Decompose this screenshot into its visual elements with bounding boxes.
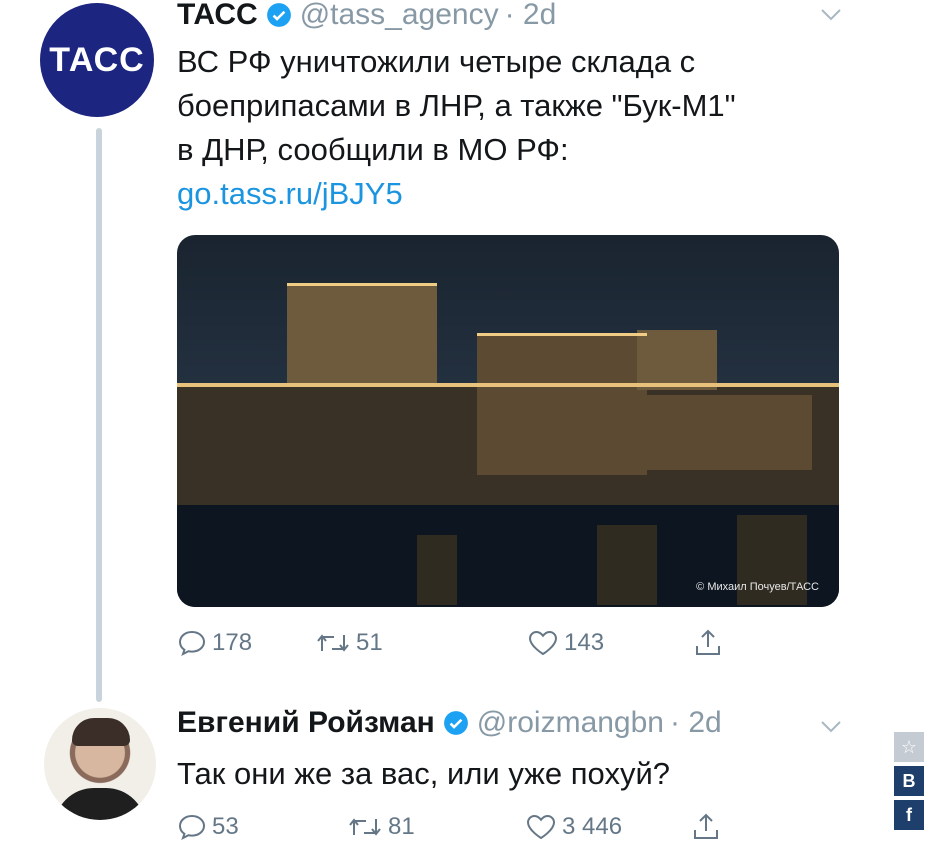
reply-button[interactable]: 178	[178, 629, 316, 657]
tweet1-text: ВС РФ уничтожили четыре склада с боеприп…	[177, 40, 736, 216]
tweet2-text: Так они же за вас, или уже похуй?	[177, 756, 671, 791]
tweet2-author-name[interactable]: Евгений Ройзман	[177, 706, 435, 740]
reply-button[interactable]: 53	[178, 813, 348, 841]
heart-icon	[526, 814, 556, 840]
vk-share-button[interactable]: В	[894, 766, 924, 796]
tweet1-line: боеприпасами в ЛНР, а также "Бук-М1"	[177, 88, 736, 123]
retweet-count: 51	[356, 629, 383, 656]
verified-icon	[443, 711, 468, 735]
tweet1-link[interactable]: go.tass.ru/jBJY5	[177, 172, 736, 216]
reply-icon	[178, 814, 206, 840]
retweet-icon	[317, 634, 349, 652]
retweet-icon	[349, 818, 381, 836]
tweet1-header: ТАСС @tass_agency · 2d	[177, 0, 556, 32]
thread-line	[96, 128, 102, 702]
chevron-down-icon[interactable]	[820, 714, 842, 740]
share-button[interactable]	[691, 812, 727, 842]
building-photo	[177, 283, 839, 607]
heart-icon	[528, 630, 558, 656]
tweet2-actions: 53 81 3 446	[178, 812, 727, 842]
verified-icon	[266, 3, 291, 27]
reply-count: 53	[212, 813, 239, 840]
tweet2-header: Евгений Ройзман @roizmangbn · 2d	[177, 706, 722, 740]
tass-avatar-logo: ТАСС	[49, 40, 145, 79]
tweet1-author-name[interactable]: ТАСС	[177, 0, 258, 32]
like-count: 143	[564, 629, 605, 656]
tweet1-time[interactable]: · 2d	[505, 0, 557, 32]
retweet-button[interactable]: 51	[316, 629, 528, 657]
favorite-star-button[interactable]: ☆	[894, 732, 924, 762]
tweet2-time[interactable]: · 2d	[670, 706, 722, 740]
roizman-avatar[interactable]	[44, 708, 156, 820]
photo-credit: © Михаил Почуев/ТАСС	[696, 581, 819, 593]
side-share-buttons: ☆ В f	[894, 732, 924, 834]
share-icon	[696, 629, 720, 655]
share-icon	[694, 813, 718, 839]
tweet1-line: ВС РФ уничтожили четыре склада с	[177, 44, 696, 79]
tweet1-actions: 178 51 143	[178, 628, 729, 658]
retweet-button[interactable]: 81	[348, 813, 526, 841]
tweet1-photo[interactable]: © Михаил Почуев/ТАСС	[177, 235, 839, 607]
like-button[interactable]: 143	[528, 629, 693, 657]
retweet-count: 81	[388, 813, 415, 840]
avatar-hair	[72, 718, 130, 746]
tweet1-line: в ДНР, сообщили в МО РФ:	[177, 132, 569, 167]
tass-avatar[interactable]: ТАСС	[40, 3, 154, 117]
like-count: 3 446	[562, 813, 623, 840]
avatar-shirt	[54, 788, 146, 820]
share-button[interactable]	[693, 628, 729, 658]
reply-icon	[178, 630, 206, 656]
chevron-down-icon[interactable]	[820, 2, 842, 28]
tweet2-handle[interactable]: @roizmangbn	[477, 706, 664, 740]
like-button[interactable]: 3 446	[526, 813, 691, 841]
reply-count: 178	[212, 629, 253, 656]
tweet1-handle[interactable]: @tass_agency	[300, 0, 499, 32]
facebook-share-button[interactable]: f	[894, 800, 924, 830]
